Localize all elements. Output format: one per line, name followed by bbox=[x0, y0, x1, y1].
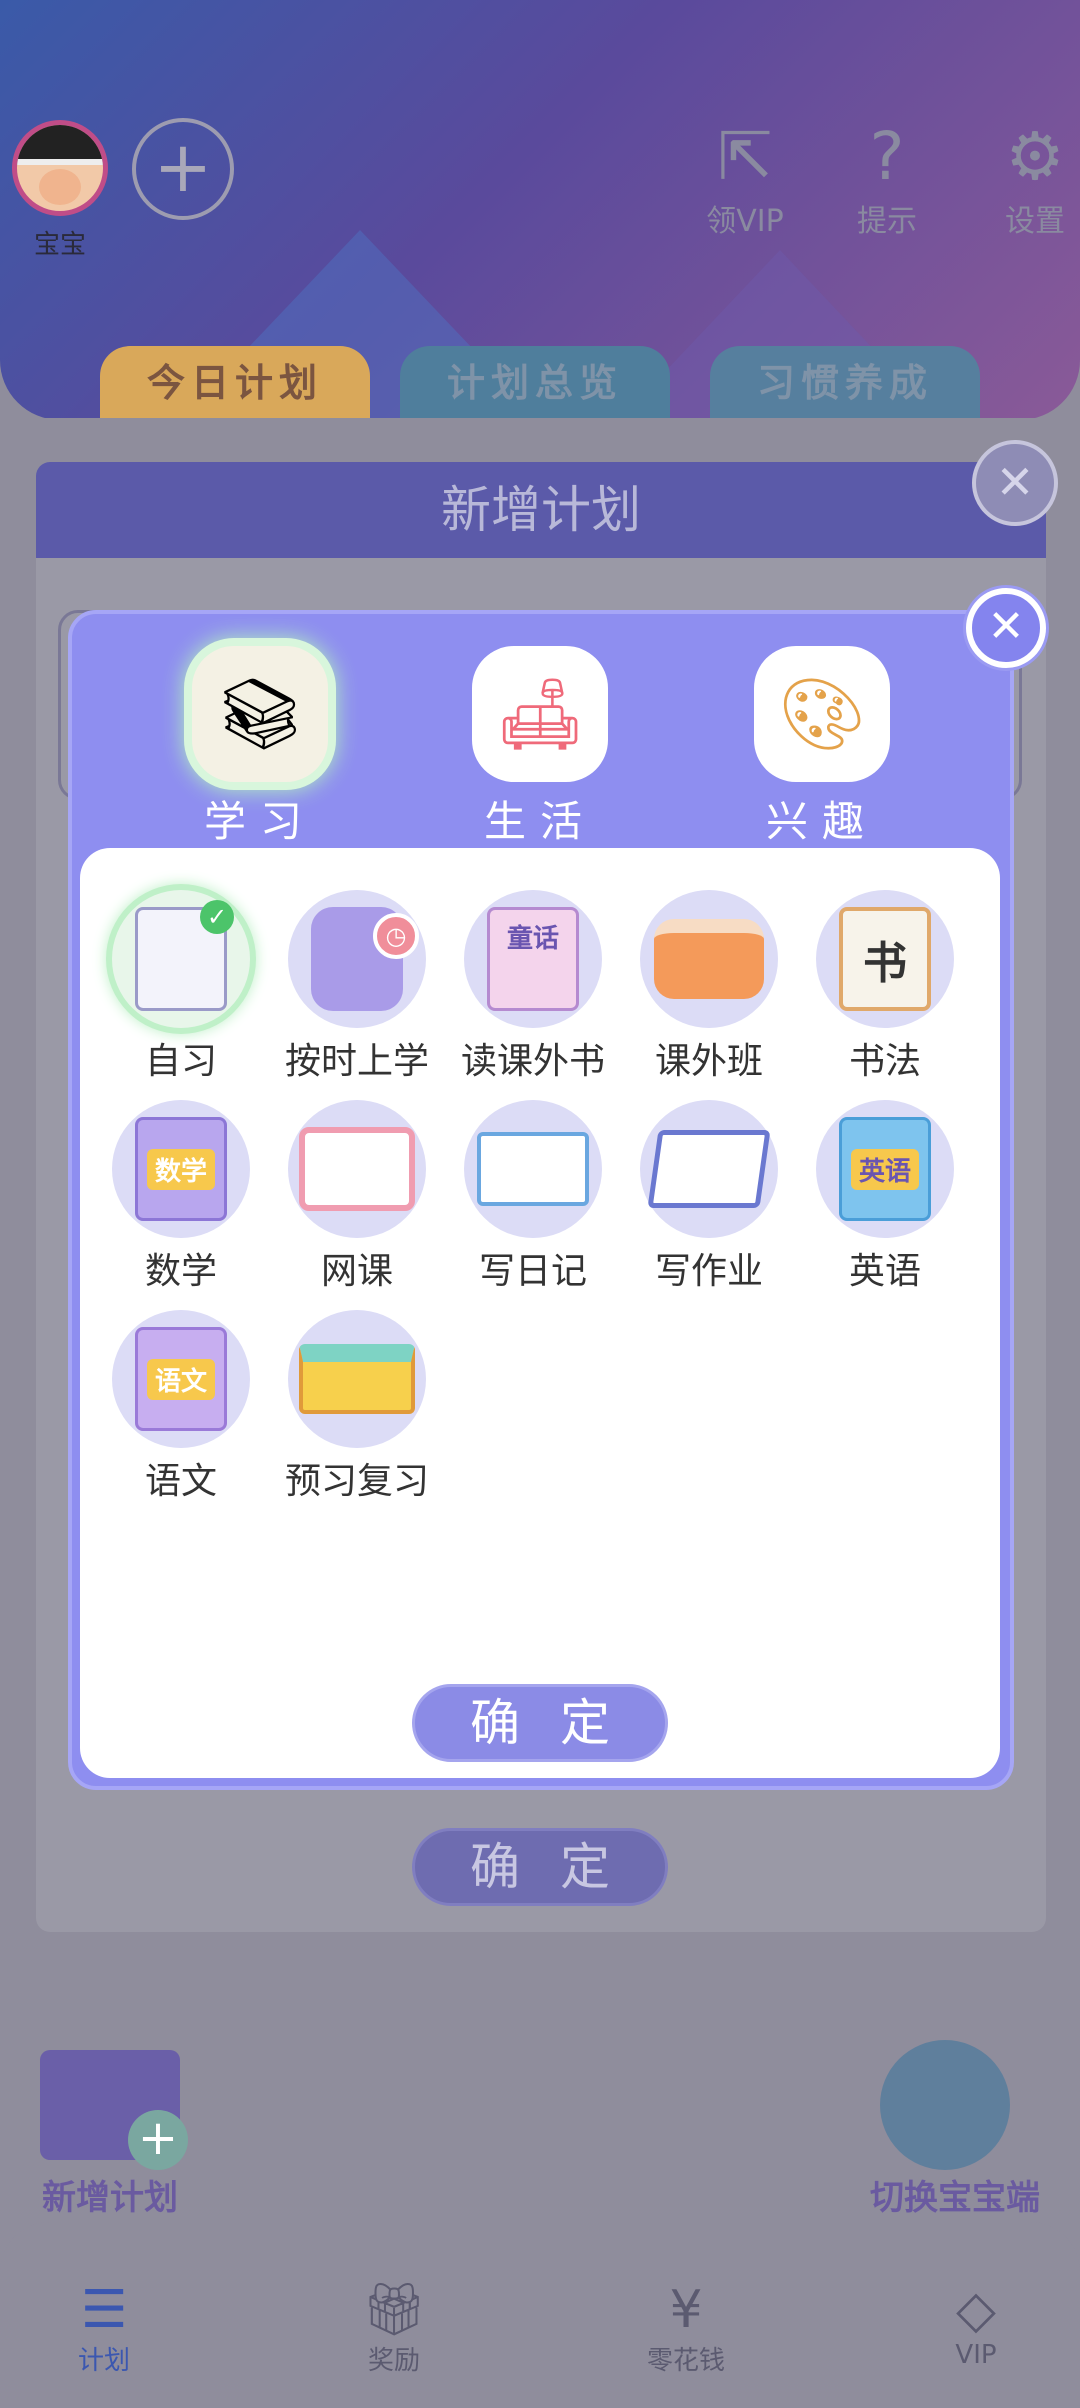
item-label: 数学 bbox=[144, 1251, 217, 1292]
settings-button[interactable]: ⚙ 设置 bbox=[980, 118, 1080, 240]
math-book-icon: 数学 bbox=[135, 1117, 227, 1221]
item-calligraphy[interactable]: 书 书法 bbox=[800, 890, 970, 1084]
category-study[interactable]: 📚︎ bbox=[192, 646, 328, 782]
item-label: 网课 bbox=[320, 1251, 393, 1292]
book-cover-text: 英语 bbox=[850, 1148, 919, 1190]
nav-plan[interactable]: ☰ 计划 bbox=[34, 2280, 174, 2377]
dialog-title: 新增计划 bbox=[36, 462, 1046, 558]
gear-icon: ⚙ bbox=[1005, 118, 1065, 195]
book-cover-text: 语文 bbox=[146, 1358, 215, 1400]
tab-today-plan[interactable]: 今日计划 bbox=[100, 346, 370, 420]
item-chinese[interactable]: 语文 语文 bbox=[96, 1310, 266, 1504]
tab-plan-overview[interactable]: 计划总览 bbox=[400, 346, 670, 420]
item-label: 读课外书 bbox=[460, 1041, 605, 1082]
category-interest-label: 兴趣 bbox=[765, 797, 878, 846]
notebook-check-icon: ✓ bbox=[135, 900, 234, 1011]
category-interest[interactable]: 🎨︎ bbox=[754, 646, 890, 782]
plus-icon: + bbox=[128, 2110, 188, 2170]
book-cover-text: 童话 bbox=[506, 924, 559, 954]
item-write-diary[interactable]: 写日记 bbox=[448, 1100, 618, 1294]
get-vip-label: 领VIP bbox=[706, 204, 784, 239]
monitor-icon bbox=[299, 1127, 415, 1211]
item-label: 课外班 bbox=[654, 1041, 763, 1082]
diamond-icon: ◇ bbox=[956, 2280, 996, 2340]
item-label: 英语 bbox=[848, 1251, 921, 1292]
homework-pen-icon bbox=[647, 1130, 771, 1208]
panda-hat-icon bbox=[17, 125, 103, 165]
item-label: 自习 bbox=[144, 1041, 217, 1082]
item-self-study[interactable]: ✓ 自习 bbox=[96, 890, 266, 1084]
item-label: 按时上学 bbox=[284, 1041, 429, 1082]
nav-vip[interactable]: ◇ VIP bbox=[906, 2280, 1046, 2370]
avatar-name: 宝宝 bbox=[33, 230, 86, 260]
category-study-label: 学习 bbox=[203, 797, 316, 846]
item-label: 书法 bbox=[848, 1041, 921, 1082]
gift-icon: 🎁︎ bbox=[360, 2280, 427, 2340]
new-plan-label[interactable]: 新增计划 bbox=[42, 2170, 178, 2219]
tips-button[interactable]: ? 提示 bbox=[832, 118, 942, 240]
category-life-label: 生活 bbox=[483, 797, 596, 846]
books-icon: 📚︎ bbox=[215, 673, 305, 755]
tips-label: 提示 bbox=[857, 204, 917, 239]
avatar-face bbox=[39, 169, 81, 205]
item-online-class[interactable]: 网课 bbox=[272, 1100, 442, 1294]
item-label: 语文 bbox=[144, 1461, 217, 1502]
plan-icon: ☰ bbox=[80, 2280, 128, 2340]
nav-pocket-money-label: 零花钱 bbox=[646, 2346, 725, 2376]
switch-child-icon[interactable] bbox=[880, 2040, 1010, 2170]
item-label: 写作业 bbox=[654, 1251, 763, 1292]
palette-icon: 🎨︎ bbox=[777, 673, 867, 755]
nav-reward-label: 奖励 bbox=[367, 2346, 420, 2376]
tab-habit[interactable]: 习惯养成 bbox=[710, 346, 980, 420]
nav-vip-label: VIP bbox=[955, 2340, 997, 2370]
close-category-picker-button[interactable]: ✕ bbox=[966, 588, 1046, 668]
nav-plan-label: 计划 bbox=[77, 2346, 130, 2376]
chinese-book-icon: 语文 bbox=[135, 1327, 227, 1431]
item-preview-review[interactable]: 预习复习 bbox=[272, 1310, 442, 1504]
book-cover-text: 数学 bbox=[146, 1148, 215, 1190]
switch-child-label[interactable]: 切换宝宝端 bbox=[870, 2170, 1040, 2219]
item-extracurricular-reading[interactable]: 童话 读课外书 bbox=[448, 890, 618, 1084]
english-book-icon: 英语 bbox=[839, 1117, 931, 1221]
add-child-button[interactable]: + bbox=[132, 118, 234, 220]
settings-label: 设置 bbox=[1005, 204, 1065, 239]
close-add-plan-button[interactable]: ✕ bbox=[972, 440, 1058, 526]
book-stack-icon bbox=[299, 1344, 415, 1414]
item-math[interactable]: 数学 数学 bbox=[96, 1100, 266, 1294]
child-avatar[interactable] bbox=[12, 120, 108, 216]
add-plan-confirm-button[interactable]: 确定 bbox=[412, 1828, 668, 1906]
nav-reward[interactable]: 🎁︎ 奖励 bbox=[324, 2280, 464, 2377]
drum-icon bbox=[654, 919, 764, 999]
yen-icon: ¥ bbox=[669, 2280, 703, 2340]
item-homework[interactable]: 写作业 bbox=[624, 1100, 794, 1294]
get-vip-button[interactable]: ⇱ 领VIP bbox=[690, 118, 800, 240]
share-icon: ⇱ bbox=[717, 118, 773, 195]
item-english[interactable]: 英语 英语 bbox=[800, 1100, 970, 1294]
nav-pocket-money[interactable]: ¥ 零花钱 bbox=[616, 2280, 756, 2377]
calligraphy-board-icon: 书 bbox=[839, 907, 931, 1011]
sofa-icon: 🛋︎ bbox=[495, 673, 585, 755]
diary-icon bbox=[477, 1132, 589, 1206]
item-label: 写日记 bbox=[478, 1251, 587, 1292]
item-label: 预习复习 bbox=[284, 1461, 429, 1502]
item-school-on-time[interactable]: ◷ 按时上学 bbox=[272, 890, 442, 1084]
backpack-clock-icon: ◷ bbox=[311, 907, 419, 1011]
fairy-tale-book-icon: 童话 bbox=[487, 907, 579, 1011]
category-confirm-button[interactable]: 确定 bbox=[412, 1684, 668, 1762]
category-life[interactable]: 🛋︎ bbox=[472, 646, 608, 782]
item-training-class[interactable]: 课外班 bbox=[624, 890, 794, 1084]
lightbulb-icon: ? bbox=[869, 118, 905, 195]
